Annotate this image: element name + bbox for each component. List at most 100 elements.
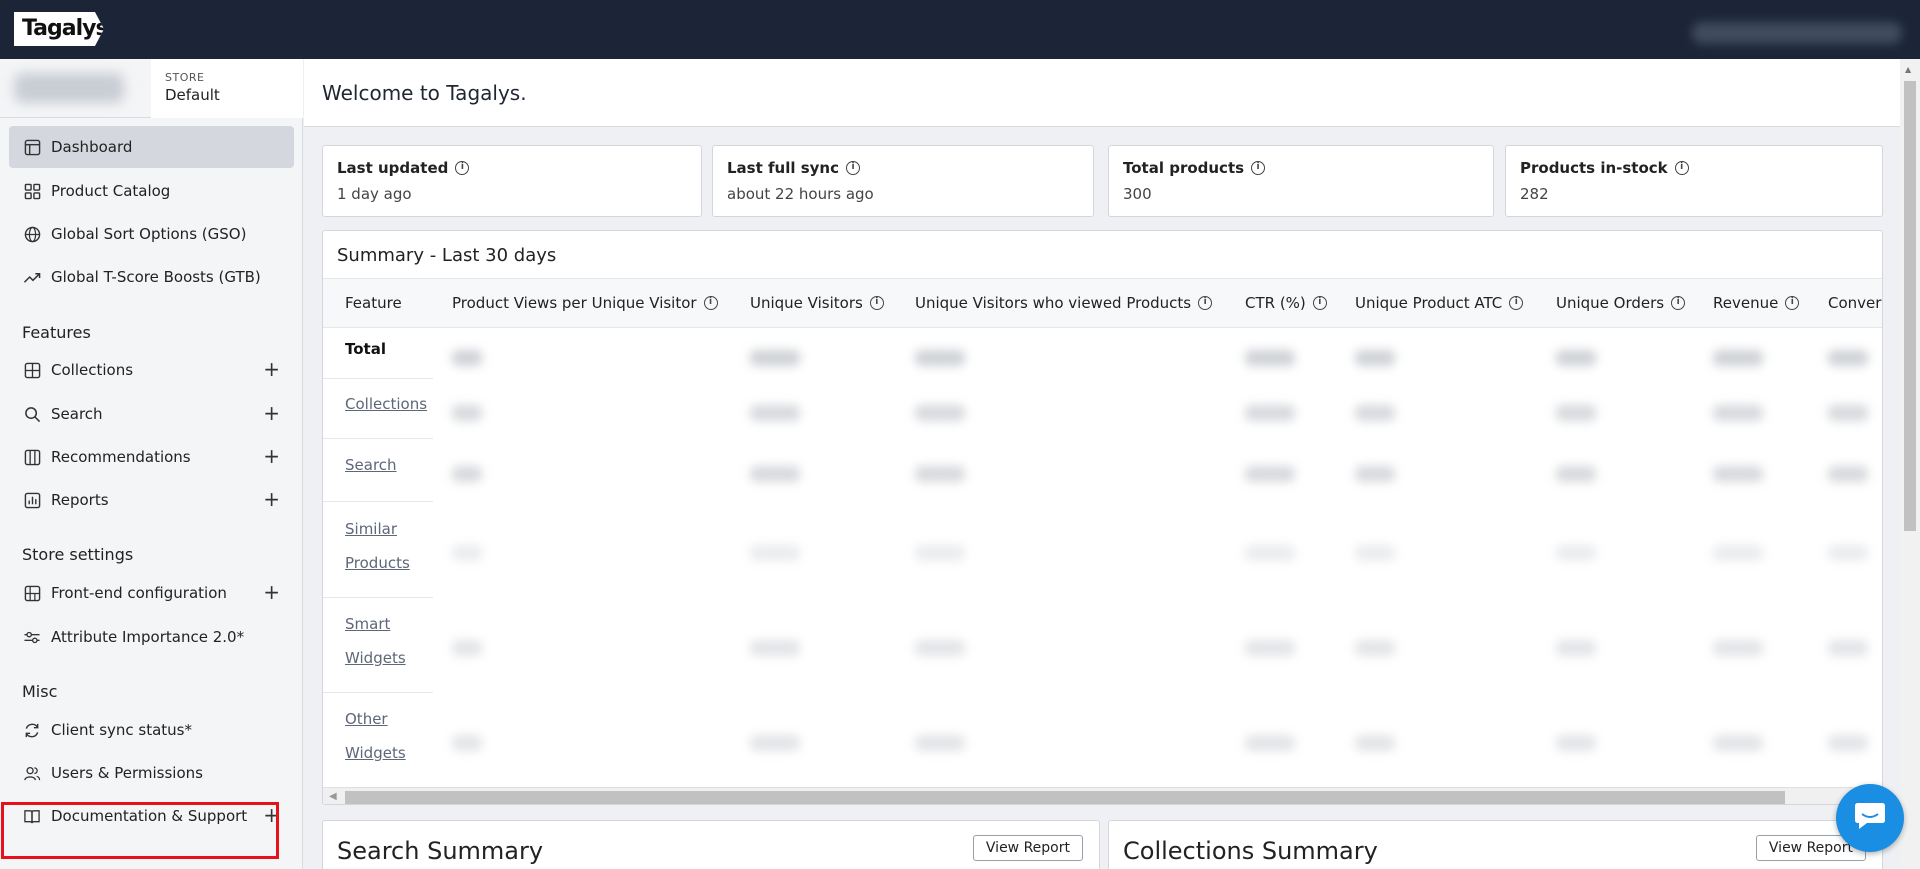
row-label-other-widgets[interactable]: Other Widgets — [345, 702, 406, 770]
blurred-cell — [1355, 350, 1395, 366]
map-icon — [23, 584, 41, 602]
horizontal-scrollbar-thumb[interactable] — [345, 791, 1785, 804]
info-icon[interactable]: i — [1509, 296, 1524, 310]
blurred-cell — [915, 640, 965, 656]
sidebar-item-search[interactable]: Search + — [9, 393, 294, 435]
chart-icon — [23, 491, 41, 509]
horizontal-scrollbar[interactable]: ◀ — [323, 787, 1882, 804]
store-selector[interactable]: STORE Default — [151, 59, 303, 118]
blurred-cell — [1355, 735, 1395, 751]
blurred-cell — [1828, 735, 1868, 751]
user-account-blurred[interactable] — [1692, 22, 1902, 44]
blurred-cell — [1556, 405, 1596, 421]
tagalys-logo[interactable]: Tagalys — [14, 12, 104, 46]
collections-summary-card: Collections Summary View Report — [1108, 820, 1883, 869]
info-icon[interactable]: i — [1251, 161, 1266, 175]
sidebar-item-label: Global Sort Options (GSO) — [51, 225, 247, 243]
info-icon[interactable]: i — [846, 161, 860, 175]
sidebar-item-dashboard[interactable]: Dashboard — [9, 126, 294, 168]
features-heading: Features — [22, 323, 91, 342]
stat-value: 300 — [1123, 185, 1152, 203]
blurred-cell — [1355, 405, 1395, 421]
blurred-cell — [1828, 640, 1868, 656]
info-icon[interactable]: i — [455, 161, 470, 175]
sidebar-item-reports[interactable]: Reports + — [9, 479, 294, 521]
info-icon[interactable]: i — [869, 296, 884, 310]
blurred-cell — [1245, 466, 1295, 482]
row-label-similar-products[interactable]: Similar Products — [345, 512, 410, 580]
chat-support-button[interactable] — [1836, 784, 1904, 852]
blurred-cell — [1828, 350, 1868, 366]
row-divider — [323, 692, 433, 693]
blurred-cell — [915, 545, 965, 561]
info-icon[interactable]: i — [1674, 161, 1689, 175]
blurred-cell — [452, 350, 482, 366]
expand-recommendations-plus-icon[interactable]: + — [263, 446, 280, 466]
blurred-cell — [1828, 405, 1868, 421]
sidebar-item-label: Attribute Importance 2.0* — [51, 628, 245, 646]
blurred-cell — [1556, 466, 1596, 482]
scroll-left-icon[interactable]: ◀ — [329, 791, 337, 802]
column-header: Unique Product ATC i — [1355, 294, 1524, 312]
blurred-cell — [1713, 350, 1763, 366]
sidebar-item-client-sync[interactable]: Client sync status* — [9, 709, 294, 751]
sidebar-item-users-permissions[interactable]: Users & Permissions — [9, 752, 294, 794]
stat-card-last-updated: Last updated i 1 day ago — [322, 145, 702, 217]
sidebar-item-frontend-config[interactable]: Front-end configuration + — [9, 572, 294, 614]
blurred-cell — [750, 640, 800, 656]
info-icon[interactable]: i — [1312, 296, 1327, 310]
expand-collections-plus-icon[interactable]: + — [263, 359, 280, 379]
vertical-scrollbar-thumb[interactable] — [1904, 81, 1916, 531]
trending-icon — [23, 268, 41, 286]
search-icon — [23, 405, 41, 423]
blurred-cell — [750, 405, 800, 421]
globe-icon — [23, 225, 41, 243]
stat-title: Products in-stock i — [1520, 159, 1868, 177]
sidebar-item-label: Front-end configuration — [51, 584, 227, 602]
column-header: Unique Visitors who viewed Products i — [915, 294, 1213, 312]
sidebar-item-gtb[interactable]: Global T-Score Boosts (GTB) — [9, 256, 294, 298]
search-view-report-button[interactable]: View Report — [972, 835, 1083, 861]
row-label-collections[interactable]: Collections — [345, 387, 427, 421]
sidebar-item-recommendations[interactable]: Recommendations + — [9, 436, 294, 478]
sliders-icon — [23, 628, 41, 646]
scroll-up-icon[interactable]: ▲ — [1905, 65, 1911, 74]
blurred-cell — [452, 640, 482, 656]
columns-icon — [23, 448, 41, 466]
blurred-cell — [1713, 545, 1763, 561]
stat-card-total-products: Total products i 300 — [1108, 145, 1494, 217]
blurred-cell — [1713, 735, 1763, 751]
info-icon[interactable]: i — [703, 296, 718, 310]
sync-icon — [23, 721, 41, 739]
blurred-cell — [750, 735, 800, 751]
blurred-cell — [452, 545, 482, 561]
expand-search-plus-icon[interactable]: + — [263, 403, 280, 423]
blurred-cell — [1556, 735, 1596, 751]
collections-summary-title: Collections Summary — [1123, 837, 1378, 865]
info-icon[interactable]: i — [1785, 296, 1800, 310]
sidebar-item-label: Product Catalog — [51, 182, 171, 200]
store-settings-heading: Store settings — [22, 545, 134, 564]
blurred-cell — [1556, 545, 1596, 561]
column-header: Revenue i — [1713, 294, 1800, 312]
expand-reports-plus-icon[interactable]: + — [263, 489, 280, 509]
sidebar-item-label: Collections — [51, 361, 134, 379]
sidebar-item-collections[interactable]: Collections + — [9, 349, 294, 391]
blurred-cell — [452, 735, 482, 751]
blurred-cell — [915, 735, 965, 751]
sidebar-item-gso[interactable]: Global Sort Options (GSO) — [9, 213, 294, 255]
blurred-cell — [1556, 350, 1596, 366]
info-icon[interactable]: i — [1198, 296, 1213, 310]
sidebar-item-attribute-importance[interactable]: Attribute Importance 2.0* — [9, 616, 294, 658]
row-label-smart-widgets[interactable]: Smart Widgets — [345, 607, 406, 675]
sidebar-item-product-catalog[interactable]: Product Catalog — [9, 170, 294, 212]
top-bar: Tagalys — [0, 0, 1920, 59]
info-icon[interactable]: i — [1671, 296, 1686, 310]
blurred-cell — [452, 405, 482, 421]
blurred-cell — [452, 466, 482, 482]
sidebar-item-label: Search — [51, 405, 103, 423]
vertical-scrollbar[interactable]: ▲ — [1900, 59, 1920, 869]
row-label-search[interactable]: Search — [345, 448, 397, 482]
blurred-cell — [1245, 350, 1295, 366]
expand-frontend-plus-icon[interactable]: + — [263, 582, 280, 602]
